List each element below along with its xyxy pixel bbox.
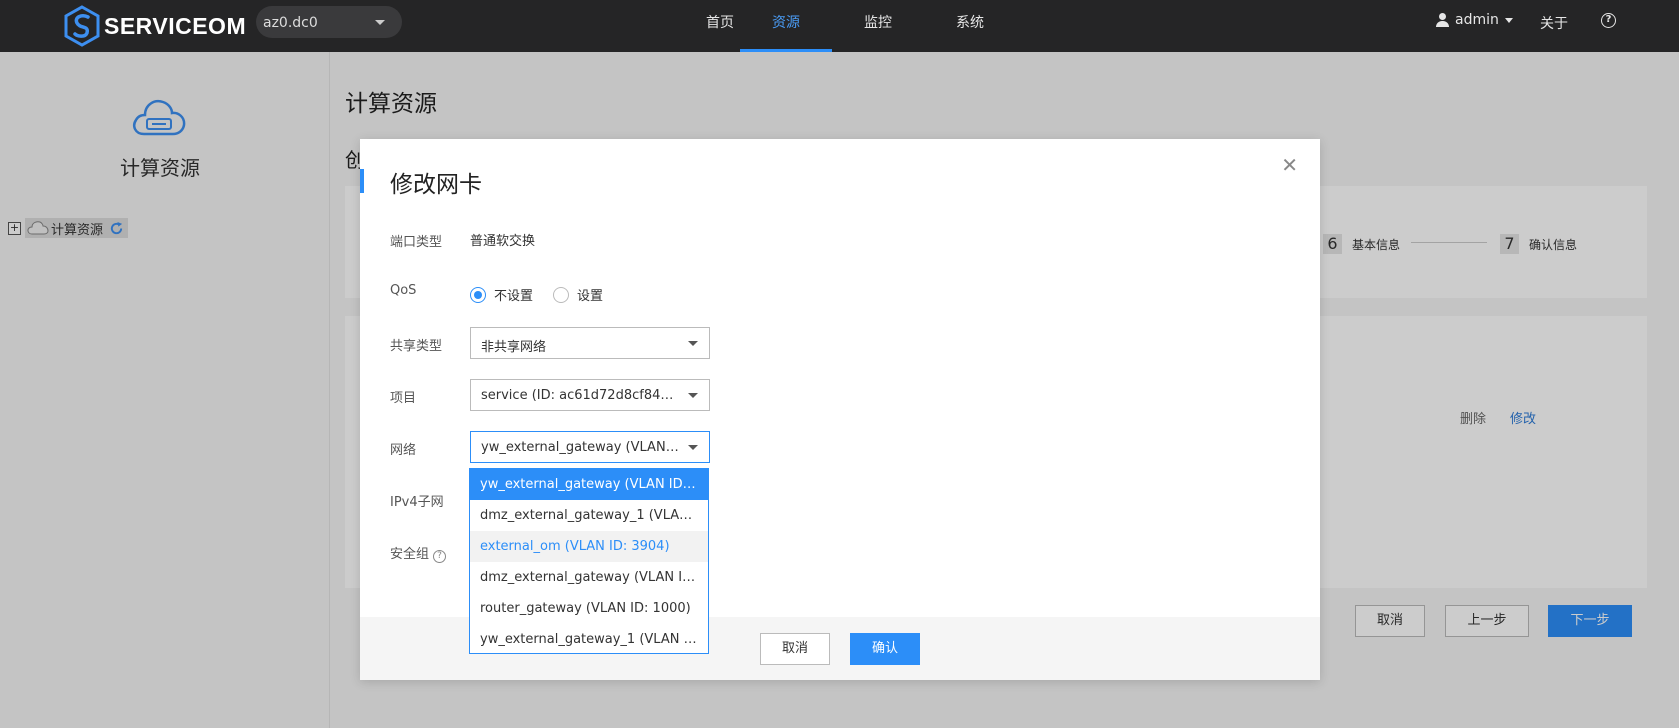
radio-label: 不设置 (494, 289, 534, 304)
network-option[interactable]: dmz_external_gateway (VLAN ID:... (470, 562, 708, 593)
dialog-cancel-button[interactable]: 取消 (760, 633, 830, 665)
nav-monitor[interactable]: 监控 (848, 0, 908, 52)
serviceom-logo[interactable]: SERVICEOM (62, 4, 246, 48)
nav-system[interactable]: 系统 (940, 0, 1000, 52)
top-navigation-bar: SERVICEOM az0.dc0 首页 资源 监控 系统 admin 关于 ? (0, 0, 1679, 52)
network-label: 网络 (390, 443, 417, 458)
security-group-label-row: 安全组? (390, 543, 447, 563)
network-option[interactable]: yw_external_gateway (VLAN ID: ... (470, 469, 708, 500)
security-group-label: 安全组 (390, 547, 430, 562)
share-type-select[interactable]: 非共享网络 (470, 327, 710, 359)
network-option[interactable]: yw_external_gateway_1 (VLAN ID... (470, 624, 708, 655)
about-link[interactable]: 关于 (1540, 13, 1568, 33)
qos-option-set[interactable]: 设置 (553, 285, 603, 304)
logo-text: SERVICEOM (104, 12, 247, 39)
chevron-down-icon (375, 20, 385, 25)
az-selector[interactable]: az0.dc0 (256, 6, 402, 38)
serviceom-logo-icon (64, 5, 100, 47)
help-icon[interactable]: ? (1601, 13, 1616, 28)
user-icon (1436, 13, 1449, 27)
network-value: yw_external_gateway (VLAN I... (481, 440, 687, 455)
az-selector-value: az0.dc0 (263, 15, 318, 31)
network-option[interactable]: external_om (VLAN ID: 3904) (470, 531, 708, 562)
share-type-label: 共享类型 (390, 339, 443, 354)
share-type-value: 非共享网络 (481, 340, 547, 355)
radio-selected-icon (470, 286, 486, 303)
title-accent-bar (360, 169, 364, 193)
dialog-title: 修改网卡 (390, 172, 482, 198)
chevron-down-icon (688, 341, 698, 346)
chevron-down-icon (688, 393, 698, 398)
chevron-down-icon (1504, 17, 1513, 23)
dialog-confirm-button[interactable]: 确认 (850, 633, 920, 665)
network-option[interactable]: router_gateway (VLAN ID: 1000) (470, 593, 708, 624)
user-name: admin (1455, 12, 1499, 28)
ipv4-subnet-label: IPv4子网 (390, 495, 444, 510)
port-type-value: 普通软交换 (470, 234, 536, 249)
project-value: service (ID: ac61d72d8cf84cc... (481, 388, 688, 403)
network-dropdown-list: yw_external_gateway (VLAN ID: ... dmz_ex… (469, 468, 709, 654)
radio-unselected-icon (553, 286, 569, 303)
nav-resources[interactable]: 资源 (740, 0, 832, 52)
chevron-down-icon (688, 445, 698, 450)
help-icon[interactable]: ? (433, 550, 447, 563)
radio-label: 设置 (577, 289, 604, 304)
network-option[interactable]: dmz_external_gateway_1 (VLAN ... (470, 500, 708, 531)
project-select[interactable]: service (ID: ac61d72d8cf84cc... (470, 379, 710, 411)
project-label: 项目 (390, 391, 417, 406)
user-menu[interactable]: admin (1436, 12, 1513, 28)
port-type-label: 端口类型 (390, 235, 443, 250)
network-select[interactable]: yw_external_gateway (VLAN I... (470, 431, 710, 463)
qos-label: QoS (390, 283, 417, 298)
qos-option-not-set[interactable]: 不设置 (470, 285, 533, 304)
close-icon[interactable]: ✕ (1281, 153, 1298, 177)
